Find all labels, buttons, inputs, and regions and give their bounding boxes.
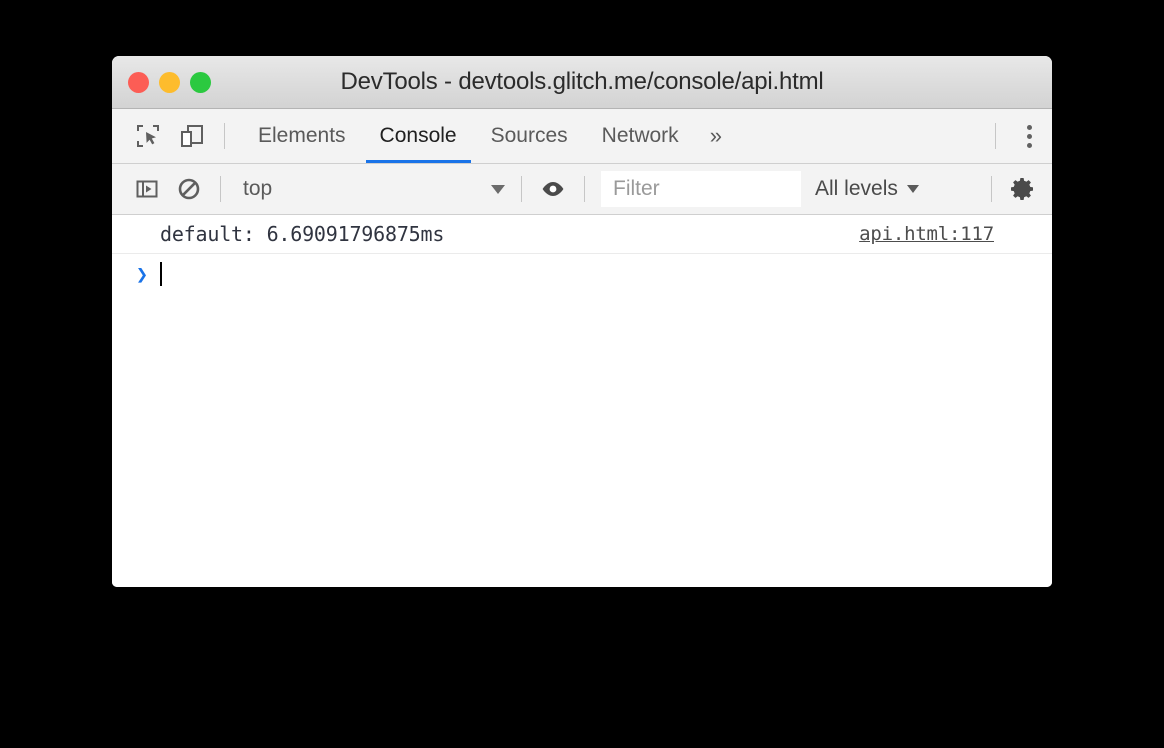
console-message-source-link[interactable]: api.html:117 [859,223,994,245]
device-toolbar-icon[interactable] [170,109,214,163]
console-toolbar-divider-4 [991,176,992,202]
console-sidebar-icon[interactable] [126,164,168,214]
tab-console-label: Console [379,124,457,147]
execution-context-value: top [243,177,273,200]
tab-network[interactable]: Network [585,109,696,163]
kebab-dot [1026,142,1032,148]
console-toolbar-divider [220,176,221,202]
prompt-chevron-icon: ❯ [136,262,149,286]
title-bar: DevTools - devtools.glitch.me/console/ap… [112,56,1052,109]
chevron-down-icon [491,184,505,194]
filter-input[interactable]: Filter [601,171,801,207]
console-output: default: 6.69091796875ms api.html:117 ❯ [112,215,1052,587]
tabbar-divider [224,123,225,149]
inspect-element-icon[interactable] [126,109,170,163]
tab-overflow-chevron-icon[interactable]: » [696,109,736,163]
console-toolbar-divider-3 [584,176,585,202]
tab-elements[interactable]: Elements [241,109,363,163]
console-message-row[interactable]: default: 6.69091796875ms api.html:117 [112,215,1052,254]
settings-gear-icon[interactable] [1002,164,1044,214]
tab-sources[interactable]: Sources [474,109,585,163]
maximize-button[interactable] [190,71,211,93]
traffic-lights [128,56,211,108]
window-title: DevTools - devtools.glitch.me/console/ap… [340,68,824,95]
kebab-dot [1026,124,1032,130]
execution-context-select[interactable]: top [231,164,511,214]
tab-elements-label: Elements [258,124,346,147]
minimize-button[interactable] [159,71,180,93]
tab-sources-label: Sources [490,124,568,147]
kebab-dot [1026,133,1032,139]
console-prompt-row[interactable]: ❯ [112,254,1052,294]
tab-console[interactable]: Console [363,109,474,163]
console-toolbar: top Filter All levels [112,164,1052,215]
tab-network-label: Network [601,124,679,147]
log-level-label: All levels [815,177,898,200]
text-cursor [160,262,162,286]
close-button[interactable] [128,71,149,93]
console-message-text: default: 6.69091796875ms [160,222,445,246]
devtools-tab-bar: Elements Console Sources Network » [112,109,1052,164]
tabbar-right-divider [995,123,996,149]
tab-overflow-label: » [709,123,722,148]
log-level-dropdown[interactable]: All levels [815,177,919,201]
tabbar-right-group [985,109,1052,163]
console-toolbar-divider-2 [521,176,522,202]
kebab-menu-icon[interactable] [1006,109,1052,163]
console-toolbar-right [981,164,1052,214]
devtools-window: DevTools - devtools.glitch.me/console/ap… [112,56,1052,587]
live-expression-eye-icon[interactable] [532,164,574,214]
tab-list: Elements Console Sources Network » [241,109,736,163]
clear-console-icon[interactable] [168,164,210,214]
chevron-down-icon [906,185,919,193]
filter-placeholder: Filter [613,177,660,200]
